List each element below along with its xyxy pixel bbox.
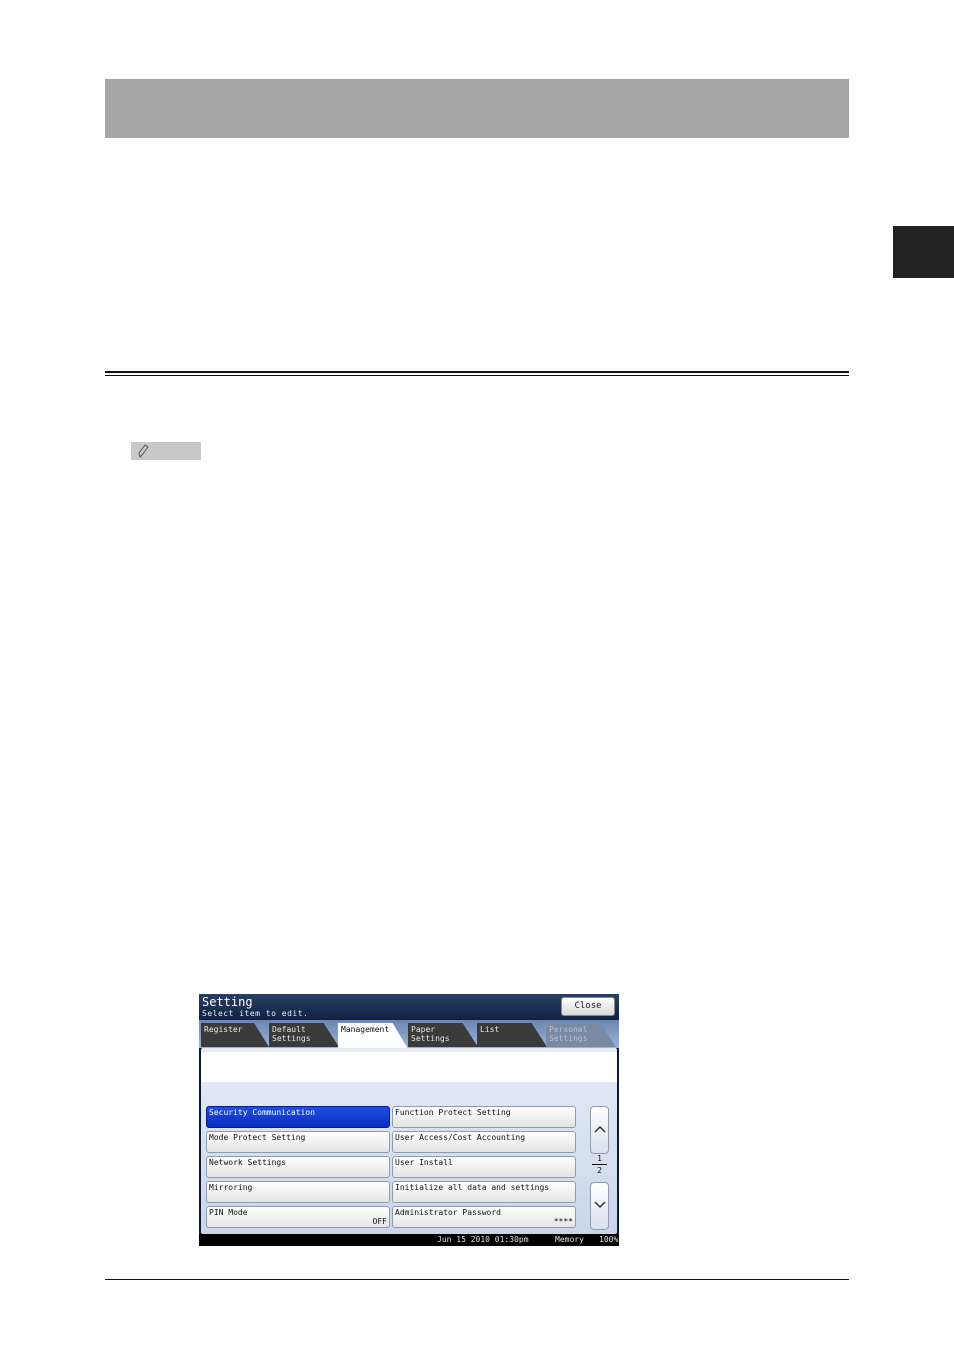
status-date: Jun 15 2010 01:30pm — [437, 1235, 529, 1244]
item-pin-mode[interactable]: PIN Mode OFF — [206, 1206, 390, 1228]
chapter-header-band — [105, 79, 849, 138]
section-rule — [105, 371, 849, 373]
page-current: 1 — [597, 1154, 602, 1163]
item-label: Administrator Password — [395, 1208, 501, 1217]
item-user-install[interactable]: User Install — [392, 1156, 576, 1178]
item-label: User Access/Cost Accounting — [395, 1133, 526, 1142]
pencil-icon — [138, 444, 149, 458]
tab-bar: Register Default Settings Management Pap… — [199, 1020, 619, 1049]
item-value: **** — [553, 1217, 573, 1226]
item-function-protect-setting[interactable]: Function Protect Setting — [392, 1106, 576, 1128]
tab-default-settings[interactable]: Default Settings — [269, 1023, 339, 1047]
item-user-access-cost-accounting[interactable]: User Access/Cost Accounting — [392, 1131, 576, 1153]
item-label: PIN Mode — [209, 1208, 248, 1217]
item-administrator-password[interactable]: Administrator Password **** — [392, 1206, 576, 1228]
tab-list[interactable]: List — [477, 1023, 547, 1047]
item-label: Mode Protect Setting — [209, 1133, 306, 1142]
chevron-down-icon — [594, 1201, 606, 1209]
item-label: Security Communication — [209, 1108, 315, 1117]
note-badge — [131, 442, 201, 460]
chapter-side-tab — [893, 226, 954, 278]
item-label: Mirroring — [209, 1183, 253, 1192]
section-rule-thin — [105, 375, 849, 376]
item-label: Initialize all data and settings — [395, 1183, 550, 1192]
tab-personal-settings: Personal Settings — [546, 1023, 616, 1047]
management-panel: Security Communication Function Protect … — [201, 1048, 617, 1234]
item-network-settings[interactable]: Network Settings — [206, 1156, 390, 1178]
status-bar: Jun 15 2010 01:30pm Memory 100% — [199, 1234, 619, 1246]
tab-management[interactable]: Management — [338, 1023, 408, 1049]
scroll-down-button[interactable] — [590, 1182, 609, 1230]
screen-subtitle: Select item to edit. — [202, 1009, 309, 1018]
screen-titlebar: Setting Select item to edit. Close — [199, 994, 619, 1020]
item-initialize-all-data[interactable]: Initialize all data and settings — [392, 1181, 576, 1203]
scroll-up-button[interactable] — [590, 1106, 609, 1154]
tab-register[interactable]: Register — [201, 1023, 269, 1047]
description-area — [201, 1052, 617, 1082]
item-value: OFF — [372, 1217, 387, 1226]
item-label: Network Settings — [209, 1158, 287, 1167]
item-security-communication[interactable]: Security Communication — [206, 1106, 390, 1128]
item-label: User Install — [395, 1158, 453, 1167]
close-button[interactable]: Close — [561, 997, 615, 1016]
status-memory: Memory — [555, 1235, 584, 1244]
item-label: Function Protect Setting — [395, 1108, 511, 1117]
footer-rule — [105, 1279, 849, 1280]
item-mode-protect-setting[interactable]: Mode Protect Setting — [206, 1131, 390, 1153]
item-mirroring[interactable]: Mirroring — [206, 1181, 390, 1203]
page-indicator: 1 2 — [590, 1154, 609, 1175]
tab-paper-settings[interactable]: Paper Settings — [408, 1023, 478, 1047]
screen-title: Setting — [202, 995, 253, 1009]
device-screen: Setting Select item to edit. Close Regis… — [199, 994, 619, 1246]
page-total: 2 — [597, 1166, 602, 1175]
status-percent: 100% — [599, 1235, 619, 1244]
chevron-up-icon — [594, 1125, 606, 1133]
